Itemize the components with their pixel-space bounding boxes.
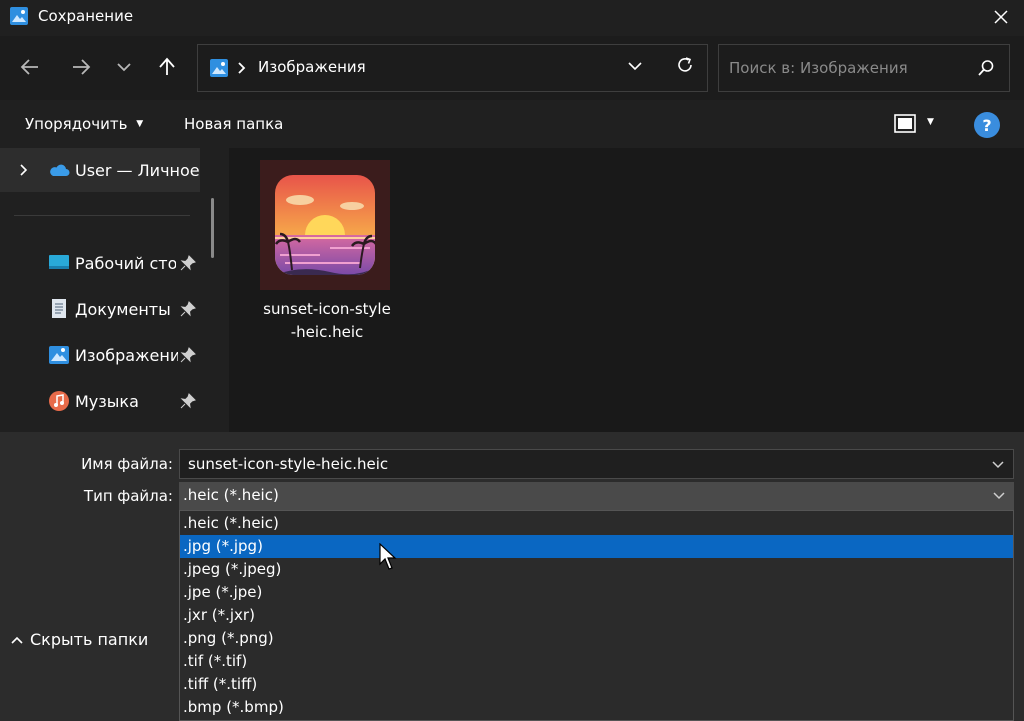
sidebar-item-label: User — Личное: [75, 161, 199, 180]
pin-icon: [180, 347, 196, 363]
sidebar-item-documents[interactable]: Документы: [0, 287, 200, 331]
close-icon: [994, 10, 1008, 24]
image-thumbnail: [260, 160, 390, 290]
mouse-cursor-icon: [379, 543, 397, 570]
back-button[interactable]: [15, 52, 45, 82]
filetype-option[interactable]: .tif (*.tif): [180, 650, 1013, 673]
new-folder-button[interactable]: Новая папка: [184, 115, 283, 133]
refresh-icon[interactable]: [675, 55, 695, 75]
chevron-down-icon: [117, 63, 131, 72]
sidebar-item-label: Изображения: [75, 346, 178, 365]
hide-folders-button[interactable]: Скрыть папки: [10, 630, 148, 649]
filetype-dropdown-list: .heic (*.heic) .jpg (*.jpg) .jpeg (*.jpe…: [179, 510, 1014, 721]
organize-menu[interactable]: Упорядочить ▼: [25, 115, 143, 133]
address-history-chevron-icon[interactable]: [626, 57, 644, 75]
view-layout-icon: [894, 114, 916, 133]
caret-down-icon: ▼: [136, 119, 144, 129]
filetype-option[interactable]: .jxr (*.jxr): [180, 604, 1013, 627]
pictures-folder-icon: [210, 59, 228, 77]
filename-label: Имя файла:: [81, 455, 173, 473]
filetype-option[interactable]: .bmp (*.bmp): [180, 696, 1013, 719]
filetype-option[interactable]: .jpe (*.jpe): [180, 581, 1013, 604]
hide-folders-label: Скрыть папки: [30, 630, 149, 649]
sidebar-item-label: Рабочий стол: [75, 254, 176, 273]
caret-down-icon: ▼: [927, 117, 934, 127]
chevron-down-icon[interactable]: [991, 458, 1005, 472]
address-bar[interactable]: Изображения: [197, 44, 708, 92]
up-button[interactable]: [152, 52, 182, 82]
forward-button[interactable]: [66, 52, 96, 82]
pin-icon: [180, 301, 196, 317]
pin-icon: [180, 393, 196, 409]
file-list: sunset-icon-style -heic.heic: [229, 148, 1024, 432]
sidebar-item-pictures[interactable]: Изображения: [0, 333, 200, 377]
filetype-select[interactable]: .heic (*.heic): [179, 482, 1014, 510]
expand-chevron-icon[interactable]: [18, 162, 30, 178]
view-options-button[interactable]: ▼: [893, 113, 945, 137]
save-dialog: Сохранение Изображения Поиск в: Изображе…: [0, 0, 1024, 721]
navigation-bar: Изображения Поиск в: Изображения: [0, 36, 1024, 100]
address-location: Изображения: [258, 58, 366, 76]
recent-locations-button[interactable]: [109, 52, 139, 82]
filetype-value: .heic (*.heic): [183, 486, 279, 504]
save-form: Имя файла: sunset-icon-style-heic.heic Т…: [0, 432, 1024, 721]
command-bar: Упорядочить ▼ Новая папка ▼ ?: [0, 100, 1024, 148]
arrow-left-icon: [20, 59, 38, 75]
help-button[interactable]: ?: [974, 112, 1000, 138]
search-icon: [978, 60, 994, 76]
app-icon: [10, 7, 28, 25]
filetype-label: Тип файла:: [83, 487, 173, 505]
music-icon: [49, 391, 69, 411]
pin-icon: [180, 255, 196, 271]
chevron-right-icon: [238, 62, 246, 74]
sidebar-item-onedrive[interactable]: User — Личное: [0, 148, 200, 192]
sidebar-item-label: Музыка: [75, 392, 139, 411]
onedrive-cloud-icon: [50, 164, 70, 176]
navigation-pane: User — Личное Рабочий стол Документы: [0, 148, 228, 432]
filename-field[interactable]: sunset-icon-style-heic.heic: [179, 449, 1014, 479]
organize-label: Упорядочить: [25, 115, 128, 133]
filename-value: sunset-icon-style-heic.heic: [188, 455, 389, 473]
filetype-option[interactable]: .tiff (*.tiff): [180, 673, 1013, 696]
file-name-line-1: sunset-icon-style: [263, 300, 391, 318]
desktop-icon: [49, 255, 69, 269]
documents-icon: [52, 299, 66, 318]
sidebar-item-label: Документы: [75, 300, 171, 319]
window-title: Сохранение: [38, 7, 134, 25]
arrow-right-icon: [73, 59, 91, 75]
file-name-line-2: -heic.heic: [290, 323, 364, 341]
arrow-up-icon: [159, 57, 175, 75]
filetype-option[interactable]: .png (*.png): [180, 627, 1013, 650]
sidebar-divider: [14, 215, 190, 216]
file-name: sunset-icon-style -heic.heic: [259, 298, 395, 344]
chevron-up-icon: [11, 636, 23, 644]
filetype-option[interactable]: .heic (*.heic): [180, 512, 1013, 535]
sidebar-item-desktop[interactable]: Рабочий стол: [0, 241, 200, 285]
pictures-icon: [49, 346, 69, 364]
close-button[interactable]: [978, 0, 1024, 34]
sidebar-item-music[interactable]: Музыка: [0, 379, 200, 423]
search-input[interactable]: Поиск в: Изображения: [718, 44, 1010, 92]
filetype-option[interactable]: .jpeg (*.jpeg): [180, 558, 1013, 581]
search-placeholder: Поиск в: Изображения: [729, 59, 908, 77]
title-bar: Сохранение: [0, 0, 1024, 36]
chevron-down-icon: [993, 492, 1005, 500]
sidebar-scrollbar[interactable]: [211, 198, 214, 258]
filetype-option-highlighted[interactable]: .jpg (*.jpg): [180, 535, 1013, 558]
